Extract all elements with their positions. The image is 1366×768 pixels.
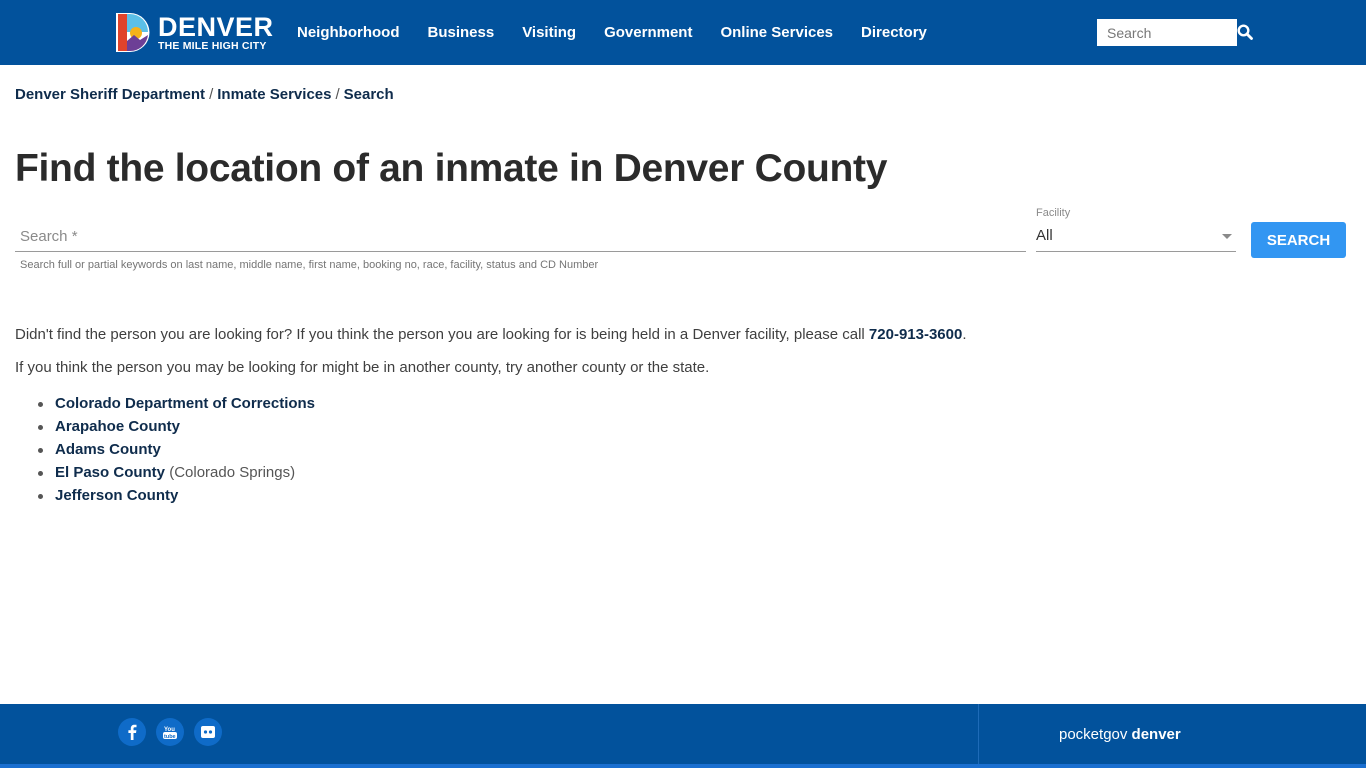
youtube-icon[interactable]: You tube: [156, 718, 184, 746]
facility-value: All: [1036, 227, 1053, 244]
list-item: El Paso County (Colorado Springs): [35, 461, 315, 484]
logo-title: DENVER: [158, 11, 274, 42]
pocketgov-link[interactable]: pocketgov denver: [1059, 726, 1181, 743]
chevron-down-icon: [1222, 234, 1232, 239]
header-search-input[interactable]: [1097, 19, 1237, 46]
denver-logo[interactable]: DENVER THE MILE HIGH CITY: [114, 11, 274, 54]
list-item: Jefferson County: [35, 484, 315, 507]
nav-visiting[interactable]: Visiting: [508, 24, 590, 41]
link-adams-county[interactable]: Adams County: [55, 441, 161, 458]
flickr-icon[interactable]: [194, 718, 222, 746]
logo-subtitle: THE MILE HIGH CITY: [158, 39, 267, 52]
footer-divider: [978, 704, 979, 764]
inmate-search-input[interactable]: [15, 222, 1026, 252]
county-links-list: Colorado Department of Corrections Arapa…: [35, 392, 315, 507]
breadcrumb-search[interactable]: Search: [344, 86, 394, 103]
not-found-paragraph: Didn't find the person you are looking f…: [15, 326, 967, 343]
facility-select[interactable]: All: [1036, 222, 1236, 252]
breadcrumb-separator: /: [209, 86, 214, 103]
link-el-paso-county[interactable]: El Paso County: [55, 464, 165, 481]
link-jefferson-county[interactable]: Jefferson County: [55, 487, 178, 504]
footer-strip: [0, 764, 1366, 768]
breadcrumb-separator: /: [335, 86, 340, 103]
site-header: DENVER THE MILE HIGH CITY Neighborhood B…: [0, 0, 1366, 65]
nav-business[interactable]: Business: [413, 24, 508, 41]
search-help-text: Search full or partial keywords on last …: [20, 259, 599, 271]
facebook-icon[interactable]: [118, 718, 146, 746]
breadcrumb: Denver Sheriff Department / Inmate Service…: [15, 86, 394, 103]
breadcrumb-inmate-services[interactable]: Inmate Services: [217, 86, 331, 103]
nav-directory[interactable]: Directory: [847, 24, 941, 41]
el-paso-note: (Colorado Springs): [165, 464, 296, 481]
period: .: [962, 326, 967, 343]
page-title: Find the location of an inmate in Denver…: [15, 147, 888, 190]
pocketgov-bold: denver: [1131, 726, 1181, 743]
nav-neighborhood[interactable]: Neighborhood: [283, 24, 413, 41]
main-nav: Neighborhood Business Visiting Governmen…: [283, 0, 941, 65]
not-found-text: Didn't find the person you are looking f…: [15, 326, 869, 343]
other-county-paragraph: If you think the person you may be looki…: [15, 359, 710, 376]
phone-link[interactable]: 720-913-3600: [869, 326, 962, 343]
list-item: Arapahoe County: [35, 415, 315, 438]
search-icon[interactable]: [1237, 24, 1253, 40]
facility-label: Facility: [1036, 207, 1071, 219]
link-arapahoe-county[interactable]: Arapahoe County: [55, 418, 180, 435]
search-button[interactable]: SEARCH: [1251, 222, 1346, 258]
breadcrumb-sheriff[interactable]: Denver Sheriff Department: [15, 86, 205, 103]
pocketgov-prefix: pocketgov: [1059, 726, 1132, 743]
denver-logo-icon: [116, 13, 150, 52]
nav-government[interactable]: Government: [590, 24, 706, 41]
site-footer: You tube pocketgov denver: [0, 704, 1366, 768]
link-colorado-doc[interactable]: Colorado Department of Corrections: [55, 395, 315, 412]
list-item: Adams County: [35, 438, 315, 461]
nav-online-services[interactable]: Online Services: [706, 24, 847, 41]
svg-text:tube: tube: [164, 734, 176, 740]
list-item: Colorado Department of Corrections: [35, 392, 315, 415]
